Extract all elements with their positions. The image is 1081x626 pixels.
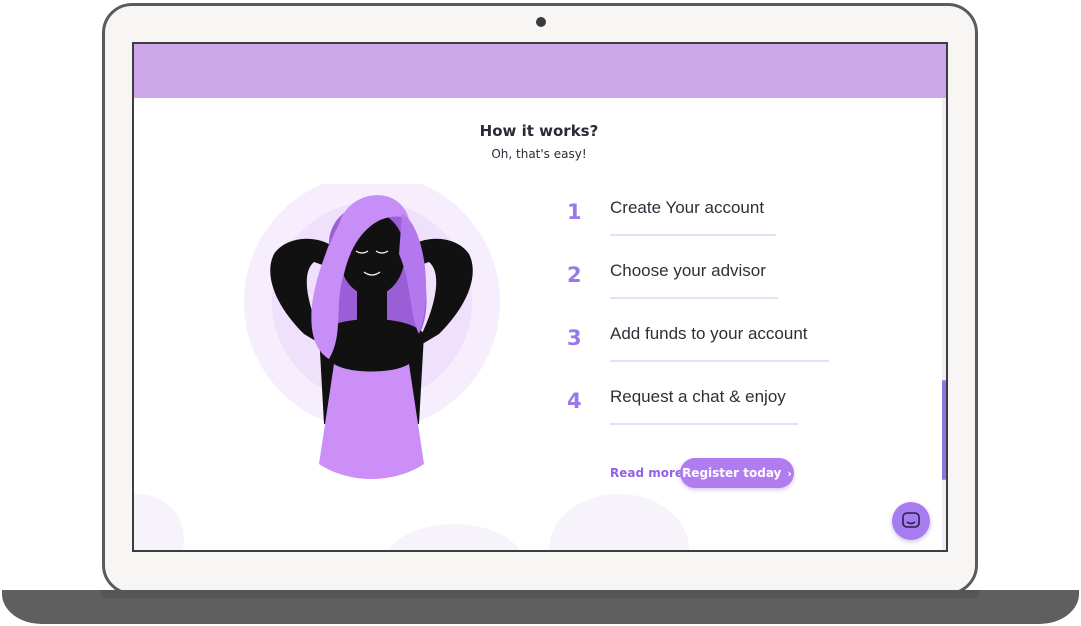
step-divider (610, 234, 776, 236)
background-blob (384, 524, 524, 550)
register-button-label: Register today (682, 466, 782, 480)
step-number: 3 (567, 326, 582, 350)
step-item: 2 Choose your advisor (564, 257, 894, 320)
step-number: 2 (567, 263, 582, 287)
background-blob (134, 494, 184, 550)
screen: How it works? Oh, that's easy! 1 Create … (132, 42, 948, 552)
step-label: Add funds to your account (610, 324, 808, 343)
register-button[interactable]: Register today › (680, 458, 794, 488)
chat-button[interactable] (892, 502, 930, 540)
read-more-link[interactable]: Read more (610, 466, 683, 480)
laptop-base-notch (100, 590, 980, 598)
step-item: 1 Create Your account (564, 194, 894, 257)
step-item: 4 Request a chat & enjoy (564, 383, 894, 446)
header-bar (134, 44, 946, 98)
step-label: Create Your account (610, 198, 765, 217)
step-number: 4 (567, 389, 582, 413)
chevron-right-icon: › (787, 466, 792, 480)
steps-list: 1 Create Your account 2 Choose your advi… (564, 194, 894, 446)
step-label: Choose your advisor (610, 261, 766, 280)
step-number: 1 (567, 200, 582, 224)
section-title: How it works? (479, 122, 599, 140)
scrollbar[interactable] (942, 98, 946, 550)
camera-icon (536, 17, 546, 27)
section-subtitle: Oh, that's easy! (491, 147, 587, 161)
step-label: Request a chat & enjoy (610, 387, 786, 406)
background-blob (549, 494, 689, 550)
step-divider (610, 423, 798, 425)
woman-illustration (244, 184, 500, 479)
laptop-mockup: How it works? Oh, that's easy! 1 Create … (0, 0, 1081, 626)
step-divider (610, 297, 778, 299)
scrollbar-thumb[interactable] (942, 380, 946, 480)
step-item: 3 Add funds to your account (564, 320, 894, 383)
chat-bubble-icon (902, 512, 920, 528)
step-divider (610, 360, 829, 362)
